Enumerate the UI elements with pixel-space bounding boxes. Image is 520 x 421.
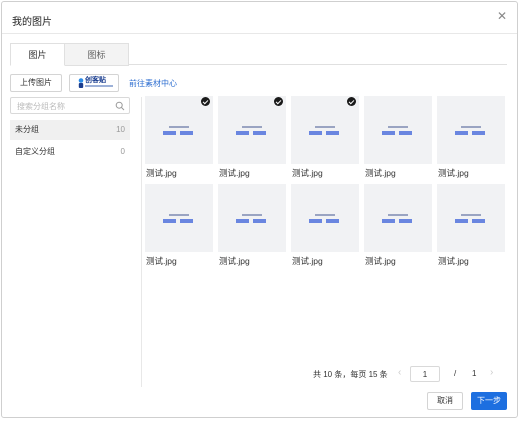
image-thumbnail [437,96,505,164]
image-thumbnail [437,184,505,252]
group-count: 10 [116,125,125,134]
group-search-input[interactable] [17,100,113,112]
brand-tagline-mark [85,85,113,87]
image-thumbnail [364,96,432,164]
image-card[interactable]: 测试.jpg [291,184,359,266]
image-filename: 测试.jpg [292,256,323,266]
pagination: 共 10 条，每页 15 条 ‹ / 1 › [310,366,510,382]
image-thumbnail [218,184,286,252]
dialog-header: 我的图片 ✕ [2,2,517,34]
toolbar: 上传图片 创客贴 前往素材中心 [10,74,310,92]
image-thumbnail [218,96,286,164]
group-item-ungrouped[interactable]: 未分组 10 [10,120,130,140]
image-thumbnail [364,184,432,252]
image-filename: 测试.jpg [146,168,177,178]
group-name: 未分组 [15,125,39,134]
material-center-link[interactable]: 前往素材中心 [129,78,177,89]
brand-name: 创客贴 [85,77,106,84]
total-pages: 1 [472,369,477,378]
tab-bar: 图片 图标 [10,43,507,66]
image-card[interactable]: 测试.jpg [218,184,286,266]
checked-icon[interactable] [347,97,356,106]
cancel-button[interactable]: 取消 [427,392,463,410]
group-search [10,97,130,114]
search-icon[interactable] [115,101,125,111]
image-filename: 测试.jpg [292,168,323,178]
image-filename: 测试.jpg [146,256,177,266]
image-card[interactable]: 测试.jpg [145,184,213,266]
next-step-button[interactable]: 下一步 [471,392,507,410]
close-icon[interactable]: ✕ [497,10,507,22]
image-filename: 测试.jpg [438,168,469,178]
image-thumbnail [291,96,359,164]
chevron-right-icon[interactable]: › [490,367,493,378]
image-filename: 测试.jpg [219,168,250,178]
image-thumbnail [145,184,213,252]
image-card[interactable]: 测试.jpg [364,96,432,178]
image-card[interactable]: 测试.jpg [145,96,213,178]
group-name: 自定义分组 [15,147,55,156]
image-card[interactable]: 测试.jpg [364,184,432,266]
page-separator: / [454,369,457,378]
upload-image-button[interactable]: 上传图片 [10,74,62,92]
image-card[interactable]: 测试.jpg [437,96,505,178]
tab-images[interactable]: 图片 [10,43,65,66]
checked-icon[interactable] [274,97,283,106]
image-filename: 测试.jpg [438,256,469,266]
image-card[interactable]: 测试.jpg [218,96,286,178]
image-filename: 测试.jpg [365,168,396,178]
image-card[interactable]: 测试.jpg [291,96,359,178]
sidebar-divider [141,97,142,387]
pagination-total: 共 10 条，每页 15 条 [313,370,388,379]
group-item-custom[interactable]: 自定义分组 0 [10,142,130,162]
image-thumbnail [291,184,359,252]
chevron-left-icon[interactable]: ‹ [398,367,401,378]
image-thumbnail [145,96,213,164]
page-number-input[interactable] [410,366,440,382]
dialog-title: 我的图片 [12,17,52,28]
brand-logo-icon [78,78,84,88]
image-filename: 测试.jpg [365,256,396,266]
group-sidebar: 未分组 10 自定义分组 0 [10,97,130,387]
brand-import-button[interactable]: 创客贴 [69,74,119,92]
image-filename: 测试.jpg [219,256,250,266]
group-count: 0 [120,147,125,156]
image-card[interactable]: 测试.jpg [437,184,505,266]
tab-icons[interactable]: 图标 [65,43,129,66]
checked-icon[interactable] [201,97,210,106]
